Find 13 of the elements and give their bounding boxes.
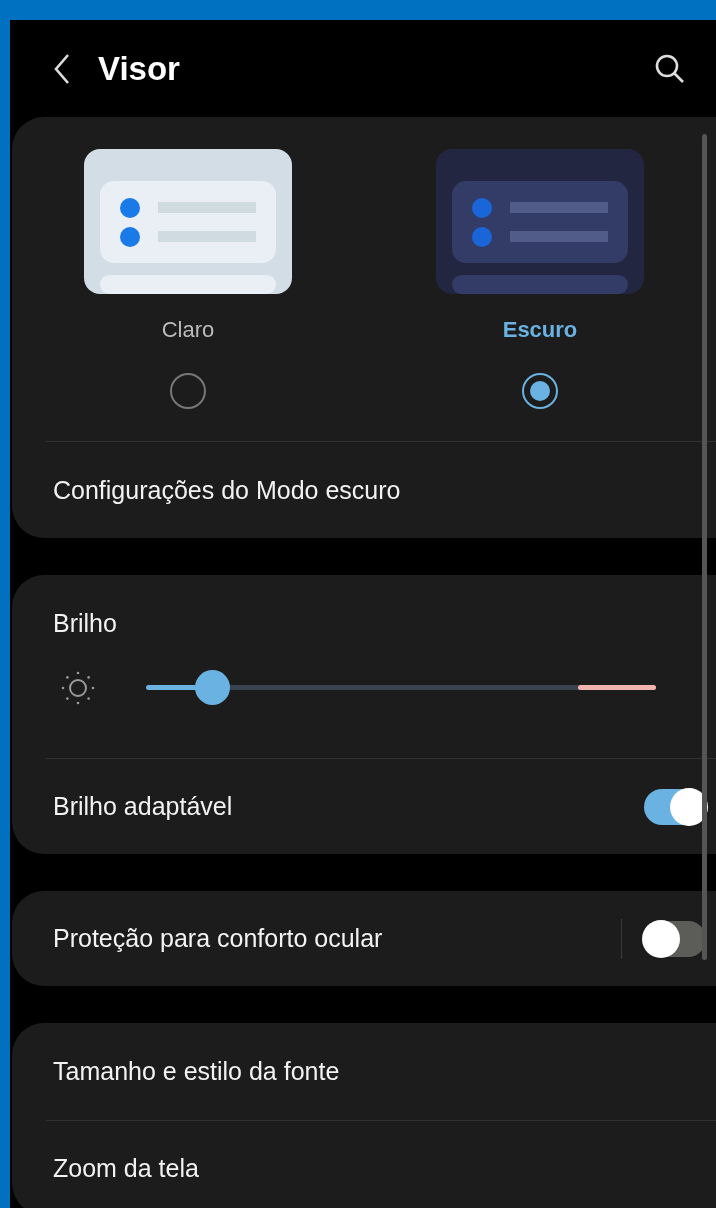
theme-preview[interactable] [84, 149, 292, 294]
radio-button[interactable] [522, 373, 558, 409]
page-title: Visor [98, 49, 181, 88]
setting-label[interactable]: Configurações do Modo escuro [53, 475, 716, 505]
setting-label: Brilho [53, 609, 118, 638]
theme-label: Claro [161, 317, 215, 343]
radio-button[interactable] [170, 373, 206, 409]
slider-thumb[interactable] [195, 670, 231, 705]
theme-label: Escuro [502, 317, 578, 343]
setting-label[interactable]: Tamanho e estilo da fonte [53, 1057, 716, 1086]
setting-label[interactable]: Brilho adaptável [53, 792, 644, 821]
setting-label[interactable]: Zoom da tela [53, 1153, 716, 1183]
search-icon[interactable] [654, 52, 686, 85]
